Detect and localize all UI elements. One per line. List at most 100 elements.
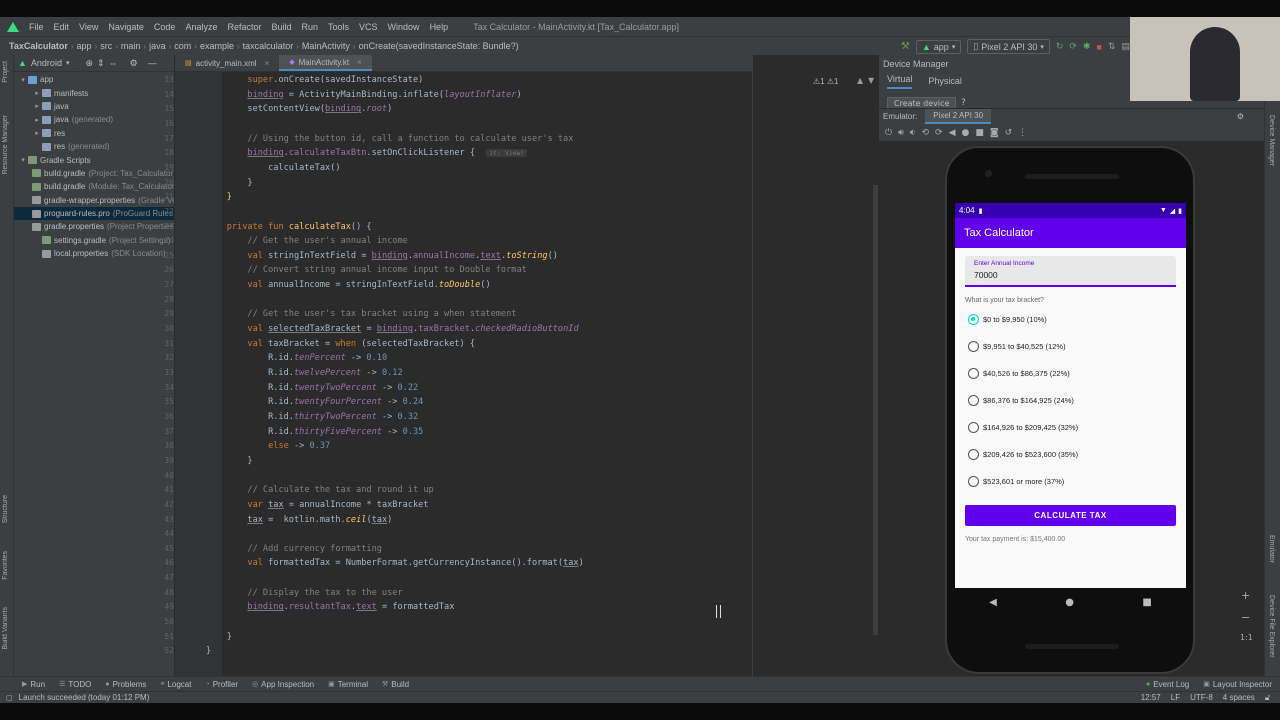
calculate-tax-button[interactable]: CALCULATE TAX (965, 505, 1176, 526)
radio-button[interactable] (968, 422, 979, 433)
tree-item[interactable]: ▸ java (14, 100, 174, 113)
caret-position[interactable]: 12:57 (1141, 693, 1161, 702)
expand-arrow-icon[interactable]: ▸ (32, 129, 42, 137)
expand-arrow-icon[interactable]: ▸ (32, 89, 42, 97)
emulator-settings-icon[interactable]: ⚙ (1237, 112, 1244, 121)
tree-item[interactable]: ▸ java (generated) (14, 113, 174, 126)
close-tab-icon[interactable]: × (357, 58, 362, 67)
rotate-left-icon[interactable]: ⟲ (921, 128, 929, 138)
phone-back-icon[interactable]: ◀ (989, 597, 997, 608)
device-manager-tool-tab[interactable]: Device Manager (1268, 115, 1275, 166)
expand-arrow-icon[interactable]: ▸ (32, 102, 42, 110)
inspection-widget[interactable]: ⚠1 ⚠1 (813, 77, 838, 86)
line-separator[interactable]: LF (1171, 693, 1180, 702)
tree-item[interactable]: settings.gradle (Project Settings) (14, 234, 174, 247)
project-view-select[interactable]: Android (31, 58, 62, 68)
tool-tab-logcat[interactable]: ≡ Logcat (160, 680, 191, 689)
back-icon[interactable]: ◀ (949, 128, 956, 138)
tool-tab-terminal[interactable]: ▣ Terminal (328, 680, 368, 689)
project-tool-tab[interactable]: Project (2, 61, 9, 83)
build-variants-tool-tab[interactable]: Build Variants (2, 607, 9, 650)
rerun-icon[interactable]: ↻ (1056, 41, 1064, 52)
radio-button[interactable] (968, 395, 979, 406)
breadcrumb-item[interactable]: app (74, 41, 95, 51)
tree-item[interactable]: gradle-wrapper.properties(Gradle Version… (14, 194, 174, 207)
breadcrumb-item[interactable]: com (171, 41, 194, 51)
breadcrumb-item[interactable]: onCreate(savedInstanceState: Bundle?) (356, 41, 522, 51)
run-config-select[interactable]: ▲ app ▾ (915, 39, 962, 54)
tree-item[interactable]: ▸ manifests (14, 86, 174, 99)
breadcrumb-item[interactable]: java (146, 41, 169, 51)
hide-icon[interactable]: — (148, 58, 157, 68)
event-log-tab[interactable]: ● Event Log (1146, 680, 1189, 689)
sync-icon[interactable]: ⇅ (1108, 41, 1116, 52)
next-highlight-icon[interactable]: ▼ (868, 76, 874, 85)
zoom-in-icon[interactable]: + (1241, 589, 1250, 602)
hammer-icon[interactable]: ⚒ (901, 41, 910, 52)
tree-item[interactable]: ▸ res (14, 127, 174, 140)
income-field-value[interactable]: 70000 (974, 270, 1167, 280)
radio-button[interactable] (968, 449, 979, 460)
avd-manager-icon[interactable]: ▤ (1121, 41, 1130, 52)
menu-vcs[interactable]: VCS (354, 22, 383, 32)
radio-button[interactable] (968, 476, 979, 487)
tax-bracket-option[interactable]: $209,426 to $523,600 (35%) (955, 441, 1186, 468)
prev-highlight-icon[interactable]: ▲ (857, 76, 863, 85)
breadcrumb-item[interactable]: example (197, 41, 237, 51)
actual-size-icon[interactable]: 1:1 (1240, 633, 1253, 642)
radio-button[interactable] (968, 368, 979, 379)
emulator-tool-tab[interactable]: Emulator (1268, 535, 1275, 563)
tax-bracket-option[interactable]: $0 to $9,950 (10%) (955, 306, 1186, 333)
rotate-right-icon[interactable]: ⟳ (935, 128, 943, 138)
menu-build[interactable]: Build (266, 22, 296, 32)
emulator-device-tab[interactable]: Pixel 2 API 30 (925, 109, 992, 124)
menu-refactor[interactable]: Refactor (222, 22, 266, 32)
phone-recents-icon[interactable]: ■ (1142, 597, 1151, 608)
tree-item[interactable]: res (generated) (14, 140, 174, 153)
menu-tools[interactable]: Tools (323, 22, 354, 32)
tool-tab-profiler[interactable]: ◔ Profiler (205, 680, 238, 689)
screenshot-icon[interactable]: ◙ (990, 128, 999, 138)
volume-down-icon[interactable]: 🔉︎ (910, 128, 916, 138)
layout-inspector-tab[interactable]: ▣ Layout Inspector (1203, 680, 1272, 689)
breadcrumb-item[interactable]: src (97, 41, 115, 51)
phone-home-icon[interactable]: ● (1065, 597, 1074, 608)
snapshot-icon[interactable]: ↺ (1005, 128, 1013, 138)
editor-tab[interactable]: ◆ MainActivity.kt × (279, 55, 372, 71)
indent-setting[interactable]: 4 spaces (1223, 693, 1255, 702)
help-icon[interactable]: ? (961, 98, 966, 108)
structure-tool-tab[interactable]: Structure (2, 495, 9, 523)
menu-edit[interactable]: Edit (49, 22, 75, 32)
file-encoding[interactable]: UTF-8 (1190, 693, 1213, 702)
tab-physical[interactable]: Physical (928, 76, 962, 89)
tax-bracket-option[interactable]: $9,951 to $40,525 (12%) (955, 333, 1186, 360)
menu-navigate[interactable]: Navigate (103, 22, 149, 32)
tool-tab-app-inspection[interactable]: ◎ App Inspection (252, 680, 314, 689)
menu-help[interactable]: Help (425, 22, 454, 32)
resource-manager-tool-tab[interactable]: Resource Manager (2, 115, 9, 175)
close-tab-icon[interactable]: × (265, 59, 270, 68)
expand-all-icon[interactable]: ⇕ (97, 58, 105, 69)
device-select[interactable]: ▯ Pixel 2 API 30 ▾ (967, 39, 1050, 54)
tax-bracket-option[interactable]: $40,526 to $86,375 (22%) (955, 360, 1186, 387)
tool-tab-todo[interactable]: ☰ TODO (59, 680, 91, 689)
menu-analyze[interactable]: Analyze (180, 22, 222, 32)
menu-code[interactable]: Code (149, 22, 181, 32)
editor-scrollbar[interactable] (873, 185, 878, 635)
apply-changes-icon[interactable]: ⟳ (1069, 41, 1077, 52)
tree-item[interactable]: local.properties (SDK Location) (14, 247, 174, 260)
menu-window[interactable]: Window (383, 22, 425, 32)
tab-virtual[interactable]: Virtual (887, 74, 913, 89)
tax-bracket-option[interactable]: $523,601 or more (37%) (955, 468, 1186, 495)
expand-arrow-icon[interactable]: ▾ (18, 156, 28, 164)
tool-tab-run[interactable]: ▶ Run (22, 680, 45, 689)
expand-arrow-icon[interactable]: ▸ (32, 116, 42, 124)
menu-view[interactable]: View (74, 22, 103, 32)
collapse-all-icon[interactable]: ⇔ (109, 58, 118, 68)
code-editor[interactable] (222, 72, 752, 676)
gear-icon[interactable]: ⚙ (130, 58, 138, 69)
stop-icon[interactable]: ■ (1097, 42, 1102, 52)
radio-button[interactable] (968, 341, 979, 352)
tax-bracket-option[interactable]: $164,926 to $209,425 (32%) (955, 414, 1186, 441)
breadcrumb-item[interactable]: TaxCalculator (6, 41, 71, 51)
